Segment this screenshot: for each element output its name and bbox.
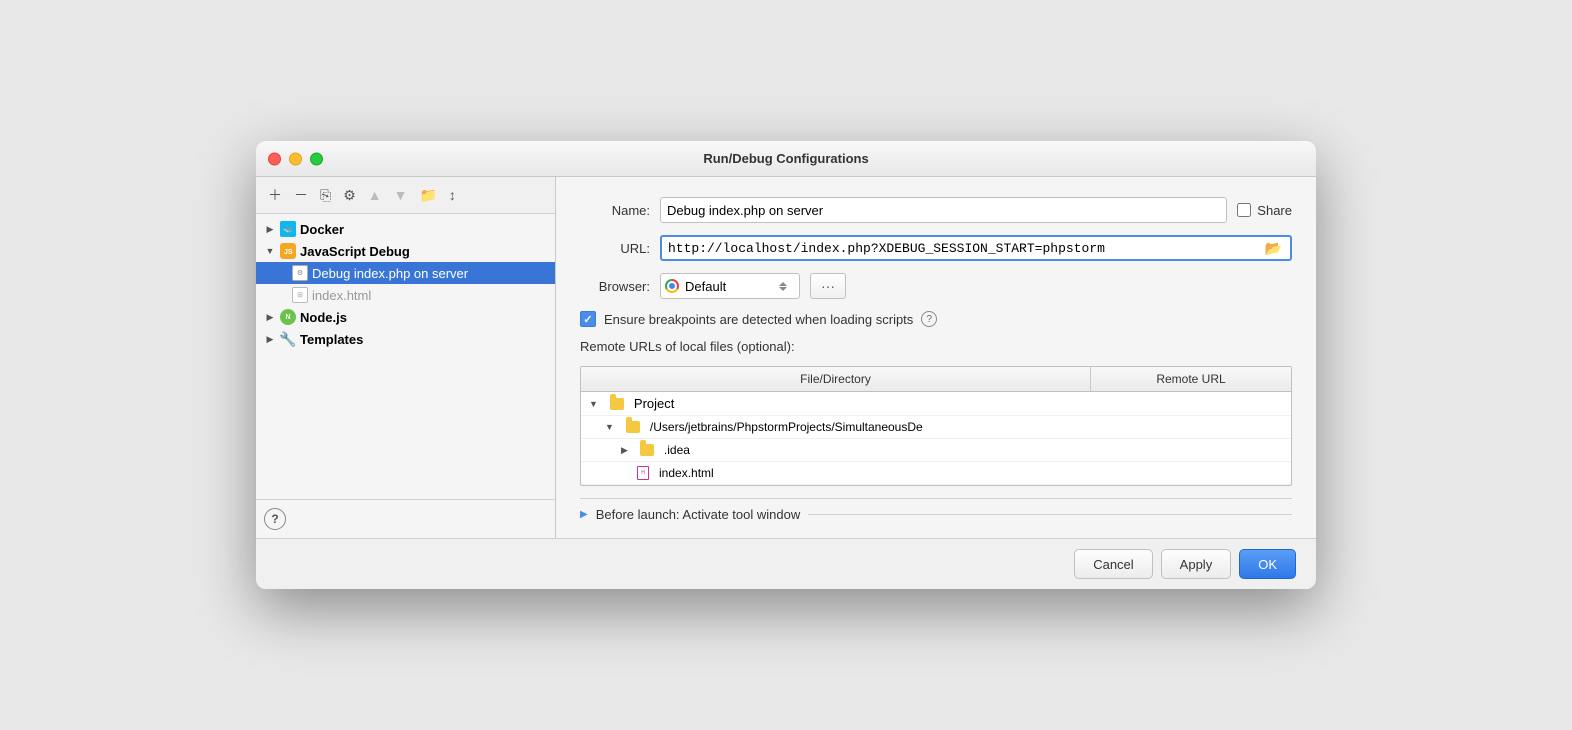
templates-icon: 🔧: [280, 331, 296, 347]
index-html-icon: ⊞: [292, 287, 308, 303]
remote-urls-label: Remote URLs of local files (optional):: [580, 339, 795, 354]
browser-spinner: [779, 282, 795, 291]
add-config-button[interactable]: ＋: [264, 183, 286, 207]
tree-item-docker[interactable]: 🐳 Docker: [256, 218, 555, 240]
browser-select[interactable]: Default: [660, 273, 800, 299]
templates-arrow: [264, 333, 276, 345]
nodejs-icon: N: [280, 309, 296, 325]
traffic-lights: [268, 152, 323, 165]
before-launch-arrow[interactable]: ▶: [580, 509, 588, 520]
project-label: Project: [634, 396, 674, 411]
col-header-file: File/Directory: [581, 367, 1091, 391]
remove-config-button[interactable]: －: [290, 183, 312, 207]
move-down-button[interactable]: ▼: [390, 185, 412, 205]
file-table: File/Directory Remote URL Project: [580, 366, 1292, 486]
right-panel: Name: Share URL: 📂 Browser:: [556, 177, 1316, 538]
settings-button[interactable]: ⚙: [339, 185, 360, 206]
new-folder-button[interactable]: 📁: [415, 185, 440, 206]
docker-icon: 🐳: [280, 221, 296, 237]
tree-item-debug-php[interactable]: ⚙ Debug index.php on server: [256, 262, 555, 284]
table-header: File/Directory Remote URL: [581, 367, 1291, 392]
idea-folder-label: .idea: [664, 443, 690, 457]
users-folder-arrow: [605, 422, 614, 432]
config-tree: 🐳 Docker JS JavaScript Debug: [256, 214, 555, 499]
jsdebug-label: JavaScript Debug: [300, 244, 410, 259]
browser-value: Default: [685, 279, 726, 294]
browser-label: Browser:: [580, 279, 650, 294]
table-row[interactable]: .idea: [581, 439, 1291, 462]
share-label: Share: [1257, 203, 1292, 218]
apply-button[interactable]: Apply: [1161, 549, 1232, 579]
users-folder-label: /Users/jetbrains/PhpstormProjects/Simult…: [650, 420, 923, 434]
dialog-footer: Cancel Apply OK: [256, 538, 1316, 589]
left-panel: ＋ － ⎘ ⚙ ▲ ▼ 📁 ↕ 🐳 Docker: [256, 177, 556, 538]
move-up-button[interactable]: ▲: [364, 185, 386, 205]
index-html-file-icon: H: [637, 466, 649, 480]
chrome-icon: [665, 279, 679, 293]
project-folder-icon: [610, 398, 624, 410]
table-row[interactable]: H index.html: [581, 462, 1291, 485]
checkbox-label: Ensure breakpoints are detected when loa…: [604, 312, 913, 327]
url-input-wrapper: 📂: [660, 235, 1292, 261]
table-body: Project /Users/jetbrains/PhpstormProject…: [581, 392, 1291, 485]
name-label: Name:: [580, 203, 650, 218]
url-row: URL: 📂: [580, 235, 1292, 261]
debug-php-icon: ⚙: [292, 265, 308, 281]
left-bottom: ?: [256, 499, 555, 538]
templates-label: Templates: [300, 332, 363, 347]
table-row[interactable]: Project: [581, 392, 1291, 416]
config-toolbar: ＋ － ⎘ ⚙ ▲ ▼ 📁 ↕: [256, 177, 555, 214]
run-debug-dialog: Run/Debug Configurations ＋ － ⎘ ⚙ ▲ ▼ 📁 ↕: [256, 141, 1316, 589]
close-button[interactable]: [268, 152, 281, 165]
name-row: Name: Share: [580, 197, 1292, 223]
browser-more-button[interactable]: ···: [810, 273, 846, 299]
tree-item-jsdebug[interactable]: JS JavaScript Debug: [256, 240, 555, 262]
debug-php-arrow: [276, 267, 288, 279]
minimize-button[interactable]: [289, 152, 302, 165]
docker-arrow: [264, 223, 276, 235]
tree-item-templates[interactable]: 🔧 Templates: [256, 328, 555, 350]
docker-label: Docker: [300, 222, 344, 237]
dialog-title: Run/Debug Configurations: [703, 151, 868, 166]
jsdebug-icon: JS: [280, 243, 296, 259]
table-row[interactable]: /Users/jetbrains/PhpstormProjects/Simult…: [581, 416, 1291, 439]
copy-config-button[interactable]: ⎘: [316, 185, 335, 206]
ensure-breakpoints-checkbox[interactable]: [580, 311, 596, 327]
checkbox-row: Ensure breakpoints are detected when loa…: [580, 311, 1292, 327]
checkbox-help-icon[interactable]: ?: [921, 311, 937, 327]
svg-text:JS: JS: [284, 249, 293, 256]
ok-button[interactable]: OK: [1239, 549, 1296, 579]
index-html-file-label: index.html: [659, 466, 714, 480]
debug-php-label: Debug index.php on server: [312, 266, 468, 281]
sort-button[interactable]: ↕: [445, 185, 460, 205]
remote-urls-label-row: Remote URLs of local files (optional):: [580, 339, 1292, 354]
before-launch-divider: [808, 514, 1292, 515]
url-input[interactable]: [668, 241, 1259, 256]
name-input[interactable]: [660, 197, 1227, 223]
browser-row: Browser: Default ···: [580, 273, 1292, 299]
before-launch-text: Before launch: Activate tool window: [596, 507, 801, 522]
idea-folder-arrow: [621, 445, 628, 456]
dialog-body: ＋ － ⎘ ⚙ ▲ ▼ 📁 ↕ 🐳 Docker: [256, 177, 1316, 538]
help-button[interactable]: ?: [264, 508, 286, 530]
maximize-button[interactable]: [310, 152, 323, 165]
users-folder-icon: [626, 421, 640, 433]
tree-item-nodejs[interactable]: N Node.js: [256, 306, 555, 328]
cancel-button[interactable]: Cancel: [1074, 549, 1152, 579]
idea-folder-icon: [640, 444, 654, 456]
col-header-url: Remote URL: [1091, 367, 1291, 391]
url-label: URL:: [580, 241, 650, 256]
jsdebug-arrow: [264, 245, 276, 257]
before-launch-section: ▶ Before launch: Activate tool window: [580, 498, 1292, 522]
tree-item-index-html[interactable]: ⊞ index.html: [256, 284, 555, 306]
url-browse-button[interactable]: 📂: [1263, 240, 1284, 257]
titlebar: Run/Debug Configurations: [256, 141, 1316, 177]
nodejs-label: Node.js: [300, 310, 347, 325]
share-checkbox[interactable]: [1237, 203, 1251, 217]
index-html-label: index.html: [312, 288, 371, 303]
nodejs-arrow: [264, 311, 276, 323]
index-html-arrow: [276, 289, 288, 301]
project-arrow: [589, 399, 598, 409]
